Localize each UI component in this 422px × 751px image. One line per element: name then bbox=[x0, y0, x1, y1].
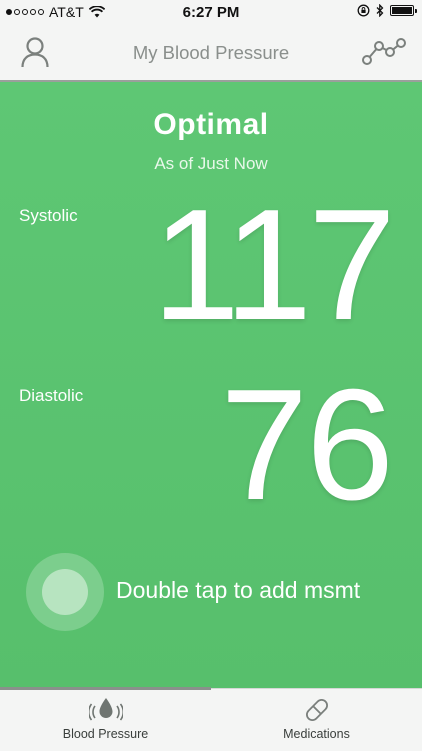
add-measurement-button[interactable] bbox=[26, 553, 104, 631]
blood-drop-icon bbox=[88, 698, 123, 721]
status-bar: AT&T 6:27 PM bbox=[0, 0, 422, 24]
bluetooth-icon bbox=[376, 4, 384, 17]
diastolic-label: Diastolic bbox=[19, 386, 84, 405]
status-right bbox=[357, 4, 417, 17]
orientation-lock-icon bbox=[357, 4, 370, 17]
tab-bar: Blood Pressure Medications bbox=[0, 687, 422, 751]
diastolic-value: 76 bbox=[220, 357, 394, 533]
tab-blood-pressure[interactable]: Blood Pressure bbox=[0, 689, 211, 751]
pill-icon bbox=[305, 699, 328, 721]
bp-category: Optimal bbox=[153, 108, 269, 141]
tab-icon-wrap bbox=[0, 696, 211, 722]
battery-icon bbox=[390, 5, 417, 16]
tab-label: Blood Pressure bbox=[62, 727, 149, 741]
systolic-label: Systolic bbox=[19, 206, 78, 225]
page-title: My Blood Pressure bbox=[132, 42, 290, 63]
blood-pressure-card[interactable]: Optimal As of Just Now Systolic 117 Dias… bbox=[0, 82, 422, 688]
battery-fill bbox=[392, 7, 412, 14]
tab-label: Medications bbox=[283, 727, 350, 741]
tab-medications[interactable]: Medications bbox=[211, 689, 422, 751]
tab-icon-wrap bbox=[211, 696, 422, 724]
trends-graph-icon[interactable] bbox=[362, 38, 406, 66]
systolic-value: 117 bbox=[152, 177, 396, 353]
reading-timestamp: As of Just Now bbox=[154, 154, 268, 173]
add-measurement-hint: Double tap to add msmt bbox=[116, 577, 361, 603]
add-measurement-button-core bbox=[42, 569, 88, 615]
nav-bar: My Blood Pressure bbox=[0, 24, 422, 82]
